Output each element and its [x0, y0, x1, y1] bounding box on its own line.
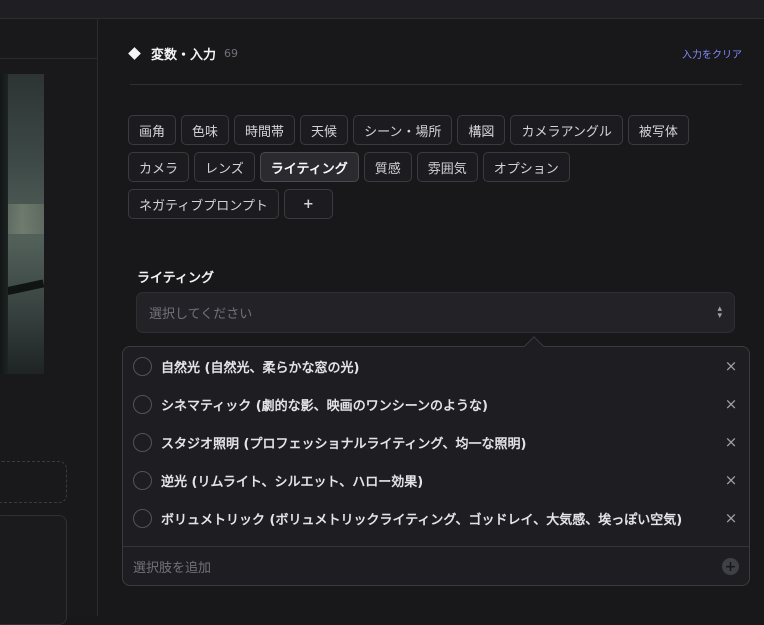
radio-button[interactable]: [133, 394, 152, 414]
tag-texture[interactable]: 質感: [363, 152, 412, 182]
tag-lighting[interactable]: ライティング: [259, 152, 359, 182]
reference-image[interactable]: [0, 74, 44, 374]
left-panel-card: [0, 515, 67, 625]
option-item[interactable]: 自然光 (自然光、柔らかな窓の光) ×: [123, 347, 749, 385]
tag-row: 画角 色味 時間帯 天候 シーン・場所 構図 カメラアングル 被写体: [128, 115, 748, 145]
variables-header: 変数・入力 69: [128, 44, 239, 63]
variables-title: 変数・入力: [151, 48, 217, 63]
option-label: スタジオ照明 (プロフェッショナルライティング、均一な照明): [161, 436, 527, 452]
close-icon[interactable]: ×: [723, 357, 739, 375]
add-tag-button[interactable]: +: [283, 189, 333, 219]
add-option-row: 選択肢を追加 +: [123, 546, 749, 585]
left-panel: [0, 19, 98, 625]
tag-mood[interactable]: 雰囲気: [416, 152, 478, 182]
option-label: シネマティック (劇的な影、映画のワンシーンのような): [161, 398, 488, 414]
option-label: 自然光 (自然光、柔らかな窓の光): [161, 360, 360, 376]
tag-camera-angle[interactable]: カメラアングル: [510, 115, 623, 145]
tag-subject[interactable]: 被写体: [627, 115, 689, 145]
plus-circle-icon[interactable]: +: [722, 558, 739, 575]
options-dropdown: 自然光 (自然光、柔らかな窓の光) × シネマティック (劇的な影、映画のワンシ…: [122, 346, 750, 586]
close-icon[interactable]: ×: [723, 433, 739, 451]
radio-button[interactable]: [133, 432, 152, 452]
add-option-input[interactable]: 選択肢を追加: [133, 557, 722, 576]
tag-color[interactable]: 色味: [181, 115, 230, 145]
radio-button[interactable]: [133, 470, 152, 490]
tag-negative-prompt[interactable]: ネガティブプロンプト: [128, 189, 279, 219]
tag-row: ネガティブプロンプト +: [128, 189, 748, 219]
option-item[interactable]: スタジオ照明 (プロフェッショナルライティング、均一な照明) ×: [123, 423, 749, 461]
category-tags: 画角 色味 時間帯 天候 シーン・場所 構図 カメラアングル 被写体 カメラ レ…: [128, 115, 748, 226]
chevron-up-down-icon: ▴ ▾: [717, 303, 722, 321]
variables-count: 69: [224, 47, 239, 60]
tag-composition[interactable]: 構図: [457, 115, 506, 145]
field-label: ライティング: [137, 271, 214, 286]
tag-weather[interactable]: 天候: [300, 115, 349, 145]
tag-camera[interactable]: カメラ: [128, 152, 190, 182]
upload-dropzone[interactable]: [0, 461, 67, 503]
tag-time[interactable]: 時間帯: [234, 115, 296, 145]
tag-options[interactable]: オプション: [482, 152, 570, 182]
option-item[interactable]: シネマティック (劇的な影、映画のワンシーンのような) ×: [123, 385, 749, 423]
lighting-select[interactable]: 選択してください ▴ ▾: [136, 292, 735, 333]
close-icon[interactable]: ×: [723, 395, 739, 413]
variables-panel: 変数・入力 69 入力をクリア 画角 色味 時間帯 天候 シーン・場所 構図 カ…: [99, 19, 764, 616]
close-icon[interactable]: ×: [723, 471, 739, 489]
option-label: ボリュメトリック (ボリュメトリックライティング、ゴッドレイ、大気感、埃っぽい空…: [161, 512, 683, 528]
diamond-icon: [128, 47, 141, 60]
radio-button[interactable]: [133, 356, 152, 376]
tag-scene[interactable]: シーン・場所: [353, 115, 453, 145]
select-placeholder: 選択してください: [149, 307, 253, 322]
tag-row: カメラ レンズ ライティング 質感 雰囲気 オプション: [128, 152, 748, 182]
top-bar: [0, 0, 764, 19]
option-item[interactable]: 逆光 (リムライト、シルエット、ハロー効果) ×: [123, 461, 749, 499]
divider: [130, 84, 742, 85]
tag-lens[interactable]: レンズ: [194, 152, 255, 182]
option-label: 逆光 (リムライト、シルエット、ハロー効果): [161, 474, 424, 490]
left-panel-header: [0, 19, 97, 59]
clear-input-button[interactable]: 入力をクリア: [682, 46, 742, 61]
radio-button[interactable]: [133, 508, 152, 528]
tag-angle[interactable]: 画角: [128, 115, 177, 145]
option-item[interactable]: ボリュメトリック (ボリュメトリックライティング、ゴッドレイ、大気感、埃っぽい空…: [123, 499, 749, 537]
close-icon[interactable]: ×: [723, 509, 739, 527]
